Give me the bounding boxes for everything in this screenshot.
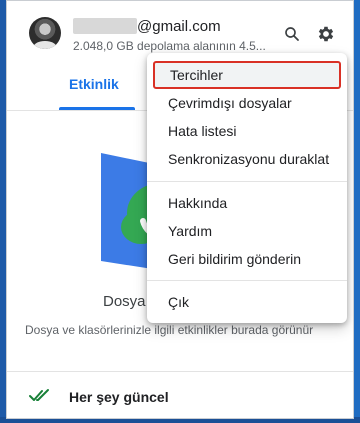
search-button[interactable] [281,23,303,45]
menu-item-error-list[interactable]: Hata listesi [147,117,347,145]
settings-button[interactable] [315,23,337,45]
email-domain: @gmail.com [137,17,221,35]
tab-activity[interactable]: Etkinlik [69,76,119,92]
menu-item-help[interactable]: Yardım [147,217,347,245]
desktop-background-right [354,0,360,423]
menu-separator [147,181,347,182]
menu-item-pause-sync[interactable]: Senkronizasyonu duraklat [147,145,347,173]
menu-separator [147,280,347,281]
storage-usage: 2.048,0 GB depolama alanının 4.5... [73,39,266,53]
menu-item-quit[interactable]: Çık [147,288,347,316]
gear-icon [318,26,334,42]
menu-item-preferences[interactable]: Tercihler [153,61,341,89]
double-check-icon [29,389,49,401]
menu-item-offline-files[interactable]: Çevrimdışı dosyalar [147,89,347,117]
account-email: @gmail.com [73,17,221,35]
sync-status-bar: Her şey güncel [7,372,353,418]
drive-panel: @gmail.com 2.048,0 GB depolama alanının … [6,0,354,419]
email-redaction [73,18,137,34]
sync-status-text: Her şey güncel [69,389,169,405]
search-icon [285,27,299,41]
settings-menu: Tercihler Çevrimdışı dosyalar Hata liste… [147,53,347,323]
empty-state-description: Dosya ve klasörlerinizle ilgili etkinlik… [25,323,314,337]
empty-state-title: Dosya [103,293,146,310]
menu-item-send-feedback[interactable]: Geri bildirim gönderin [147,245,347,273]
menu-item-about[interactable]: Hakkında [147,189,347,217]
avatar[interactable] [29,17,61,49]
